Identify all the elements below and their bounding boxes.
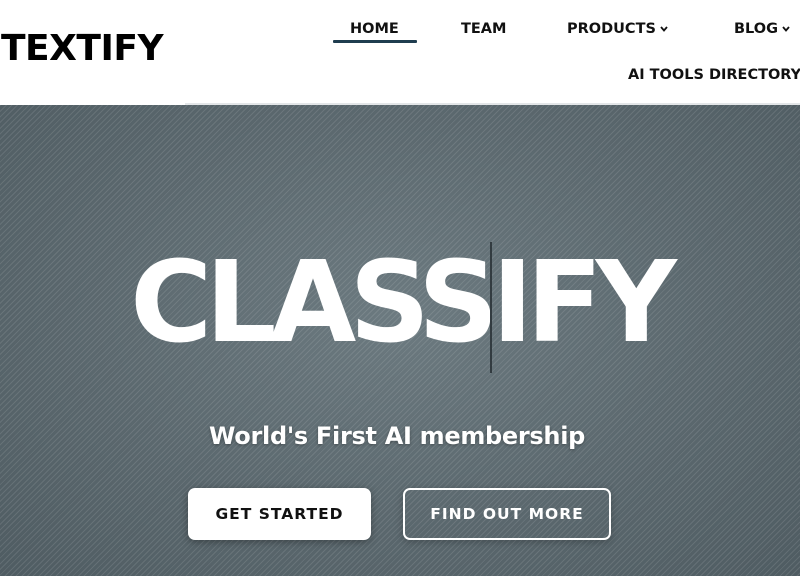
nav-team-label: TEAM (461, 21, 507, 37)
hero-subtitle: World's First AI membership (208, 422, 586, 450)
chevron-down-icon (660, 26, 668, 33)
site-logo[interactable]: TEXTIFY (1, 31, 164, 67)
nav-products[interactable]: PRODUCTS (567, 22, 668, 37)
hero-section: CLASSIFY World's First AI membership GET… (0, 105, 800, 576)
find-out-more-button[interactable]: FIND OUT MORE (403, 488, 611, 540)
nav-ai-tools-directory[interactable]: AI TOOLS DIRECTORY (628, 68, 800, 83)
nav-blog-label: BLOG (734, 21, 779, 37)
get-started-button[interactable]: GET STARTED (188, 488, 371, 540)
nav-ai-tools-label: AI TOOLS DIRECTORY (628, 67, 800, 83)
nav-home-label: HOME (350, 21, 399, 37)
chevron-down-icon (782, 26, 790, 33)
nav-home[interactable]: HOME (350, 22, 399, 37)
nav-products-label: PRODUCTS (567, 21, 656, 37)
nav-blog[interactable]: BLOG (734, 22, 790, 37)
active-nav-indicator (333, 40, 417, 43)
site-header: TEXTIFY HOME TEAM PRODUCTS BLOG AI TOOLS… (0, 0, 800, 105)
text-cursor-line (490, 242, 492, 373)
hero-title: CLASSIFY (130, 238, 677, 368)
nav-team[interactable]: TEAM (461, 22, 506, 37)
